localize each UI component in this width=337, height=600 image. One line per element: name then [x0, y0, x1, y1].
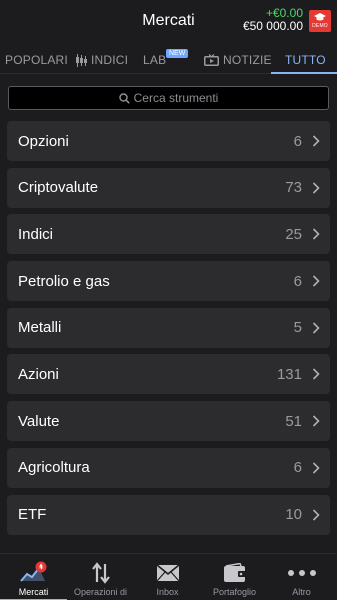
tab-label: NOTIZIE: [223, 53, 272, 67]
chevron-right-icon: [312, 135, 320, 147]
nav-label: Portafoglio: [212, 587, 257, 597]
envelope-icon: [155, 561, 180, 585]
category-row-criptovalute[interactable]: Criptovalute 73: [7, 167, 330, 208]
search-input[interactable]: Cerca strumenti: [8, 86, 329, 110]
category-row-indici[interactable]: Indici 25: [7, 214, 330, 255]
chevron-right-icon: [312, 275, 320, 287]
bottom-navigation: Mercati Operazioni di Inbox Portafoglio …: [0, 553, 337, 600]
category-count: 51: [285, 412, 302, 430]
candlestick-icon: [76, 53, 87, 67]
category-name: Indici: [18, 225, 54, 243]
tab-label: TUTTO: [285, 53, 326, 67]
tab-label: POPOLARI: [5, 53, 68, 67]
nav-mercati[interactable]: Mercati: [0, 554, 67, 600]
search-placeholder: Cerca strumenti: [133, 91, 219, 105]
category-name: Metalli: [18, 319, 62, 337]
category-count: 25: [285, 225, 302, 243]
search-icon: [118, 92, 130, 104]
graduation-cap-icon: [314, 13, 326, 23]
app-header: Mercati +€0.00 €50 000.00 DEMO: [0, 0, 337, 44]
category-name: Criptovalute: [18, 179, 99, 197]
chevron-right-icon: [312, 415, 320, 427]
nav-label: Operazioni di: [73, 587, 128, 597]
markets-chart-icon: [19, 561, 49, 585]
wallet-icon: [223, 561, 247, 585]
tab-indici[interactable]: INDICI: [76, 46, 128, 74]
demo-label: DEMO: [312, 23, 328, 29]
category-name: ETF: [18, 506, 47, 523]
tab-tutto[interactable]: TUTTO: [285, 46, 326, 74]
category-count: 5: [293, 319, 302, 337]
chevron-right-icon: [312, 462, 320, 474]
nav-altro[interactable]: Altro: [268, 554, 335, 600]
chevron-right-icon: [312, 322, 320, 334]
new-badge: NEW: [166, 49, 189, 58]
tab-lab[interactable]: LAB: [143, 46, 166, 74]
category-count: 73: [285, 179, 302, 197]
trade-arrows-icon: [90, 561, 112, 585]
nav-label: Mercati: [18, 587, 49, 597]
category-count: 10: [285, 506, 302, 523]
more-dots-icon: [287, 561, 317, 585]
category-row-opzioni[interactable]: Opzioni 6: [7, 121, 330, 161]
tab-label: INDICI: [91, 53, 129, 67]
active-tab-indicator: [271, 72, 337, 74]
chevron-right-icon: [312, 508, 320, 521]
tab-label: LAB: [143, 53, 167, 67]
nav-portafoglio[interactable]: Portafoglio: [201, 554, 268, 600]
nav-label: Inbox: [156, 587, 179, 597]
nav-operazioni[interactable]: Operazioni di: [67, 554, 134, 600]
chevron-right-icon: [312, 368, 320, 381]
chevron-right-icon: [312, 182, 320, 194]
category-row-azioni[interactable]: Azioni 131: [7, 354, 330, 395]
category-row-petrolio-e-gas[interactable]: Petrolio e gas 6: [7, 261, 330, 302]
category-tabs: POPOLARI INDICI LAB NEW NOTIZIE TUTTO: [0, 46, 337, 74]
category-count: 6: [293, 459, 302, 477]
tab-popolari[interactable]: POPOLARI: [5, 46, 68, 74]
account-balance[interactable]: +€0.00 €50 000.00: [243, 7, 303, 33]
category-count: 6: [293, 272, 302, 290]
category-name: Petrolio e gas: [18, 272, 110, 290]
category-count: 6: [293, 132, 302, 150]
category-name: Opzioni: [18, 132, 69, 150]
category-name: Valute: [18, 412, 60, 430]
category-name: Agricoltura: [18, 459, 90, 477]
category-count: 131: [276, 365, 302, 383]
category-row-etf[interactable]: ETF 10: [7, 494, 330, 535]
category-row-metalli[interactable]: Metalli 5: [7, 307, 330, 348]
category-row-agricoltura[interactable]: Agricoltura 6: [7, 447, 330, 488]
tab-notizie[interactable]: NOTIZIE: [204, 46, 272, 74]
balance-value: €50 000.00: [242, 19, 303, 33]
nav-inbox[interactable]: Inbox: [134, 554, 201, 600]
chevron-right-icon: [312, 228, 320, 240]
category-list: Opzioni 6 Criptovalute 73 Indici 25 Petr…: [7, 121, 330, 541]
category-name: Azioni: [18, 365, 59, 383]
nav-label: Altro: [292, 587, 311, 597]
demo-account-badge[interactable]: DEMO: [309, 10, 331, 32]
category-row-valute[interactable]: Valute 51: [7, 401, 330, 442]
tv-icon: [204, 54, 219, 66]
